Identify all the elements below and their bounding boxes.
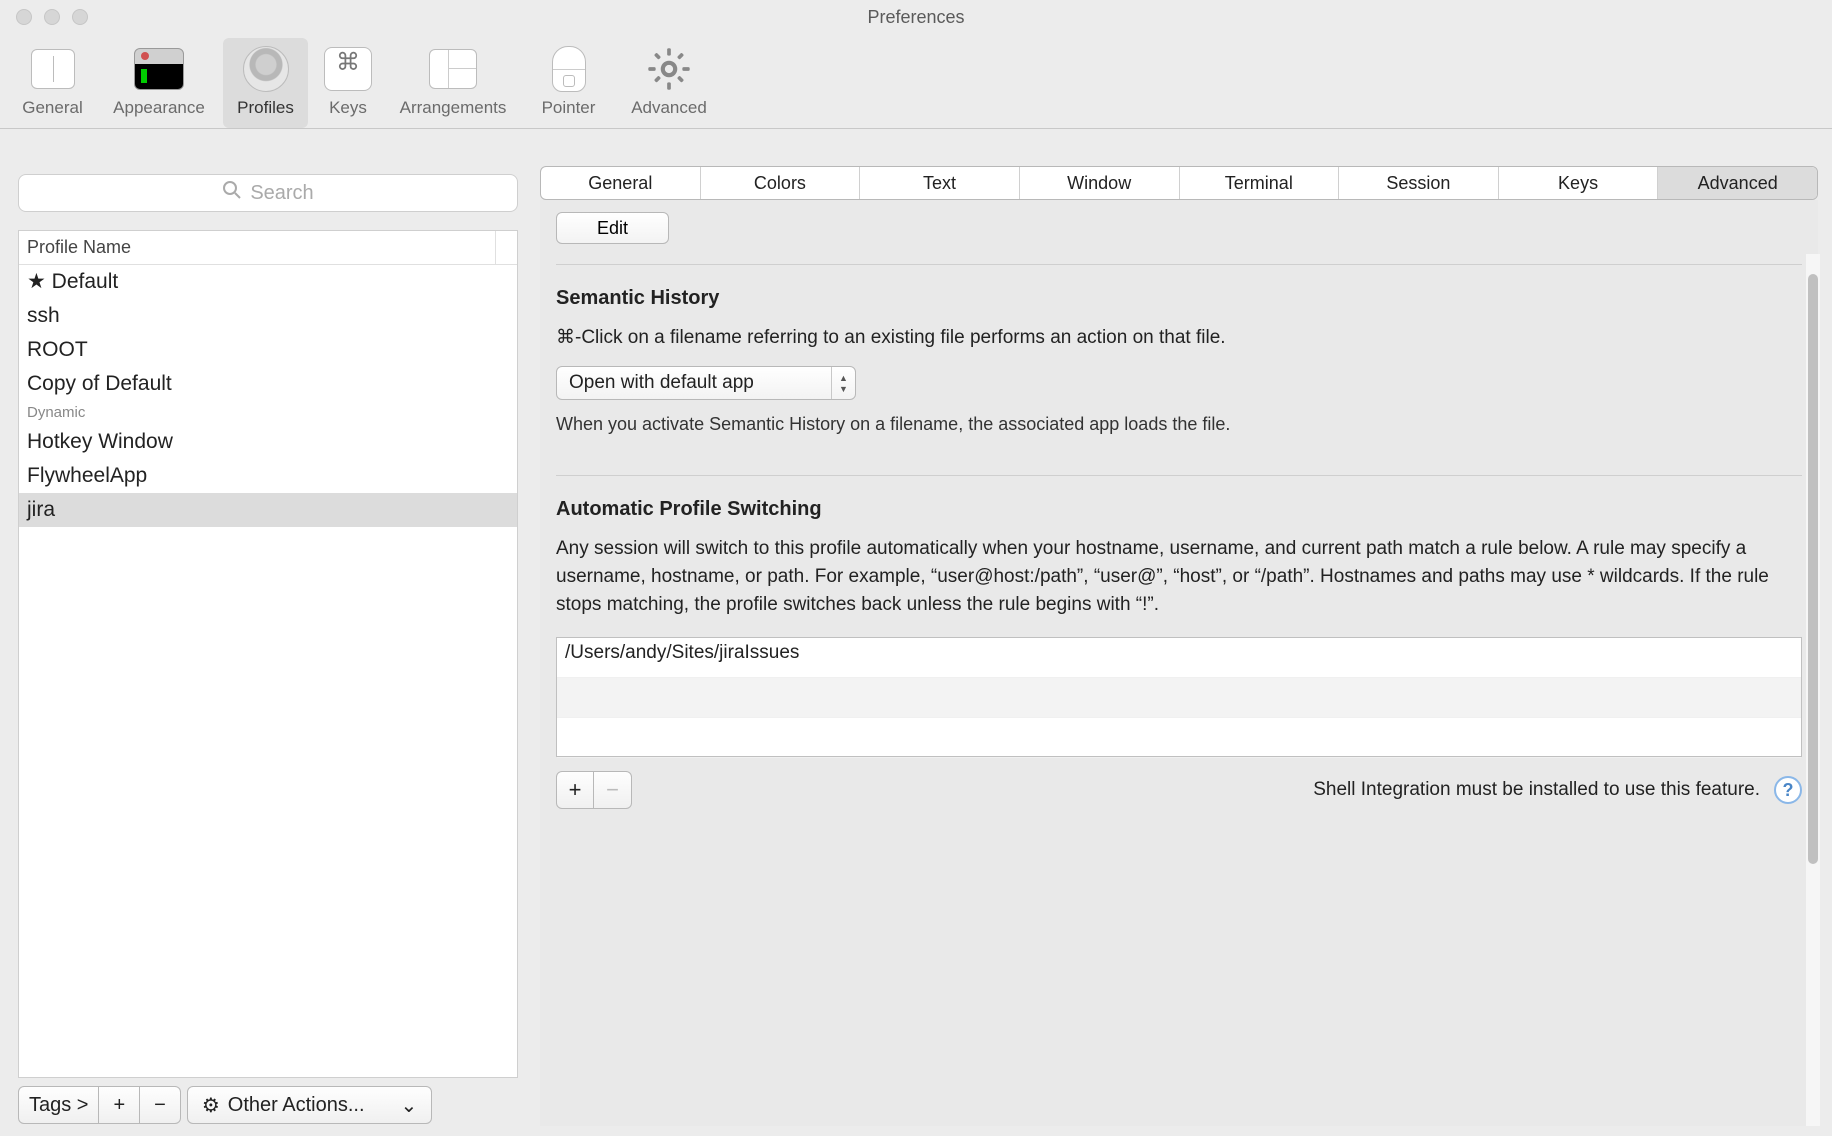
tab-text[interactable]: Text [860,167,1020,199]
tab-keys[interactable]: Keys [1499,167,1659,199]
toolbar-advanced-label: Advanced [623,98,715,118]
switching-rules-list[interactable]: /Users/andy/Sites/jiraIssues [556,637,1802,757]
chevron-down-icon: ⌄ [401,1093,418,1118]
add-profile-button[interactable]: + [99,1086,140,1124]
help-button[interactable]: ? [1774,776,1802,804]
profile-name-column: Profile Name [27,237,495,258]
semantic-history-hint: When you activate Semantic History on a … [556,414,1802,435]
pointer-icon [552,46,586,92]
edit-button[interactable]: Edit [556,212,669,244]
divider [556,475,1802,476]
auto-switching-desc: Any session will switch to this profile … [556,535,1802,619]
toolbar-appearance-label: Appearance [107,98,211,118]
search-placeholder: Search [250,182,313,205]
toolbar-general-label: General [14,98,91,118]
tab-general[interactable]: General [541,167,701,199]
titlebar: Preferences [0,0,1832,34]
profile-actions-bar: Tags > + − ⚙ Other Actions... ⌄ [18,1086,518,1124]
remove-rule-button[interactable]: − [594,771,632,809]
profile-row[interactable]: ★ Default [19,265,517,299]
profiles-sidebar: Search Profile Name ★ DefaultsshROOTCopy… [0,156,530,1136]
profile-row[interactable]: ssh [19,299,517,333]
profile-row[interactable]: Dynamic [19,401,517,425]
toolbar-arrangements-label: Arrangements [392,98,514,118]
toolbar-appearance[interactable]: Appearance [103,38,215,128]
toolbar-keys[interactable]: ⌘ Keys [316,38,380,128]
arrangements-icon [429,49,477,89]
tab-terminal[interactable]: Terminal [1180,167,1340,199]
toolbar-profiles[interactable]: Profiles [223,38,308,128]
other-actions-button[interactable]: ⚙ Other Actions... ⌄ [187,1086,432,1124]
tab-advanced[interactable]: Advanced [1658,167,1817,199]
profile-row[interactable]: Copy of Default [19,367,517,401]
toolbar-pointer-label: Pointer [530,98,607,118]
profile-list-header[interactable]: Profile Name [19,231,517,265]
toolbar-advanced[interactable]: Advanced [619,38,719,128]
profile-tab-bar: GeneralColorsTextWindowTerminalSessionKe… [540,166,1818,200]
appearance-icon [134,48,184,90]
tags-button[interactable]: Tags > [18,1086,99,1124]
toolbar-profiles-label: Profiles [227,98,304,118]
keys-icon: ⌘ [324,47,372,91]
advanced-icon [623,44,715,94]
add-rule-button[interactable]: + [556,771,594,809]
rule-row[interactable] [557,678,1801,718]
profile-row[interactable]: ROOT [19,333,517,367]
semantic-history-value: Open with default app [569,372,754,394]
profiles-icon [243,46,289,92]
profile-detail-panel: GeneralColorsTextWindowTerminalSessionKe… [530,156,1832,1136]
profile-list: Profile Name ★ DefaultsshROOTCopy of Def… [18,230,518,1078]
profile-row[interactable]: FlywheelApp [19,459,517,493]
preferences-toolbar: General Appearance Profiles ⌘ Keys Arran… [0,34,1832,129]
semantic-history-desc: ⌘-Click on a filename referring to an ex… [556,324,1802,352]
toolbar-keys-label: Keys [320,98,376,118]
toolbar-general[interactable]: General [10,38,95,128]
scroll-gutter [495,231,517,264]
tab-colors[interactable]: Colors [701,167,861,199]
profile-row[interactable]: jira [19,493,517,527]
rule-row[interactable]: /Users/andy/Sites/jiraIssues [557,638,1801,678]
window-title: Preferences [0,7,1832,28]
remove-profile-button[interactable]: − [140,1086,181,1124]
search-icon [222,180,242,206]
other-actions-label: Other Actions... [228,1094,365,1117]
tab-session[interactable]: Session [1339,167,1499,199]
divider [556,264,1802,265]
general-icon [31,49,75,89]
scrollbar-thumb[interactable] [1808,274,1818,864]
select-stepper-icon: ▲▼ [831,367,855,399]
rule-row[interactable] [557,718,1801,758]
scrollbar[interactable] [1806,254,1820,1126]
gear-icon: ⚙ [202,1093,220,1118]
profile-search-input[interactable]: Search [18,174,518,212]
auto-switching-title: Automatic Profile Switching [556,498,1802,521]
profile-row[interactable]: Hotkey Window [19,425,517,459]
toolbar-arrangements[interactable]: Arrangements [388,38,518,128]
shell-integration-note: Shell Integration must be installed to u… [1313,779,1760,801]
tab-window[interactable]: Window [1020,167,1180,199]
semantic-history-title: Semantic History [556,287,1802,310]
toolbar-pointer[interactable]: Pointer [526,38,611,128]
semantic-history-select[interactable]: Open with default app ▲▼ [556,366,856,400]
